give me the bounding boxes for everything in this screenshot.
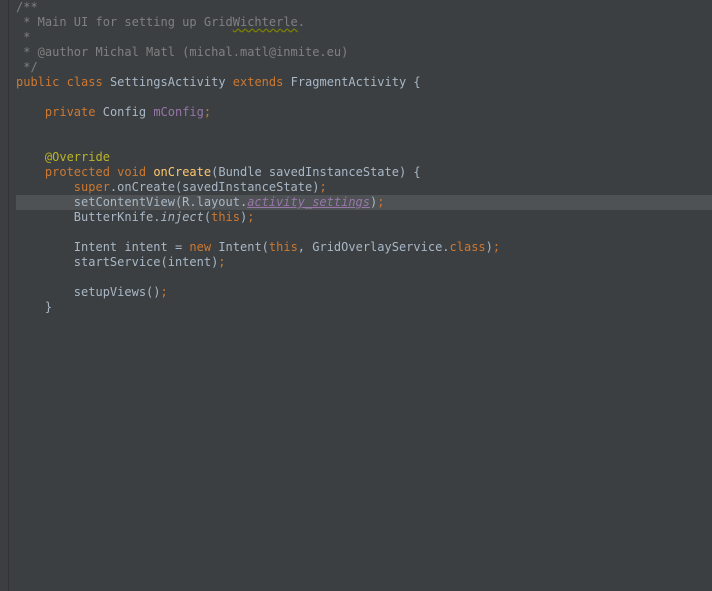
type-intent: Intent <box>74 240 117 254</box>
semi: ; <box>218 255 225 269</box>
ctor-intent: Intent( <box>211 240 269 254</box>
class-service: GridOverlayService <box>312 240 442 254</box>
kw-this: this <box>269 240 298 254</box>
resource-ref: activity_settings <box>247 195 370 209</box>
kw-class-ref: class <box>450 240 486 254</box>
kw-this: this <box>211 210 240 224</box>
paren-semi3: ) <box>486 240 493 254</box>
method-inject: inject <box>161 210 204 224</box>
semi: ; <box>493 240 500 254</box>
kw-extends: extends <box>233 75 284 89</box>
super-class: FragmentActivity <box>291 75 407 89</box>
semi: ; <box>377 195 384 209</box>
comment-author: * @author Michal Matl (michal.matl@inmit… <box>16 45 348 59</box>
kw-void: void <box>117 165 146 179</box>
kw-private: private <box>45 105 96 119</box>
method-oncreate: onCreate <box>153 165 211 179</box>
brace-close: } <box>45 300 52 314</box>
type-bundle: Bundle <box>218 165 261 179</box>
brace: { <box>406 75 420 89</box>
kw-protected: protected <box>45 165 110 179</box>
call-startservice: startService(intent) <box>74 255 219 269</box>
field-mconfig: mConfig <box>153 105 204 119</box>
dot: . <box>153 210 160 224</box>
kw-new: new <box>189 240 211 254</box>
kw-public: public <box>16 75 59 89</box>
semi: ; <box>161 285 168 299</box>
semi: ; <box>204 105 211 119</box>
comment-open: /** <box>16 0 38 14</box>
paren-brace: ) { <box>399 165 421 179</box>
comment-line: * Main UI for setting up Grid <box>16 15 233 29</box>
call-setupviews: setupViews() <box>74 285 161 299</box>
code-editor[interactable]: /** * Main UI for setting up GridWichter… <box>0 0 712 315</box>
dot: . <box>442 240 449 254</box>
semi: ; <box>319 180 326 194</box>
annotation-override: @Override <box>45 150 110 164</box>
comment-warn-word: Wichterle <box>233 15 298 29</box>
comment-line: * <box>16 30 30 44</box>
comment-close: */ <box>16 60 38 74</box>
kw-super: super <box>74 180 110 194</box>
comma: , <box>298 240 312 254</box>
class-butterknife: ButterKnife <box>74 210 153 224</box>
call-oncreate: onCreate(savedInstanceState) <box>117 180 319 194</box>
type-config: Config <box>103 105 146 119</box>
current-line[interactable]: setContentView(R.layout.activity_setting… <box>16 195 712 210</box>
class-name: SettingsActivity <box>110 75 226 89</box>
semi: ; <box>247 210 254 224</box>
comment-line-tail: . <box>298 15 305 29</box>
call-setcontentview: setContentView(R.layout. <box>74 195 247 209</box>
var-decl: intent = <box>117 240 189 254</box>
kw-class: class <box>67 75 103 89</box>
param-name: savedInstanceState <box>262 165 399 179</box>
